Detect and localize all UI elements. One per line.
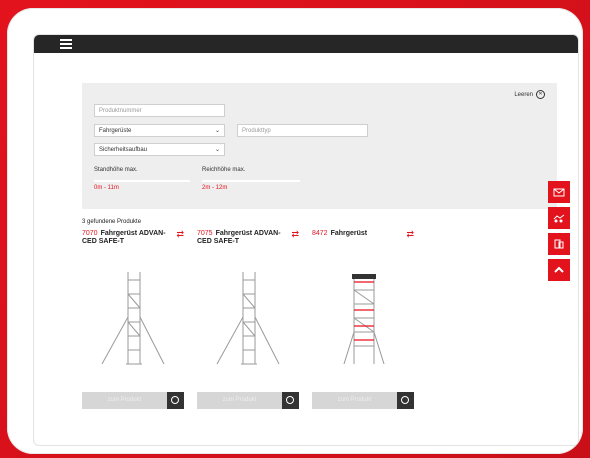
product-card: 7070 Fahrgerüst ADVAN-CED SAFE-T ⇄ zum Pr…: [82, 230, 194, 410]
chevron-down-icon: ⌄: [214, 147, 220, 153]
top-navigation-bar: [34, 35, 578, 53]
reach-height-label: Reichhöhe max.: [202, 167, 246, 173]
standing-height-slider[interactable]: [94, 180, 190, 182]
product-number: 7070: [82, 230, 98, 237]
chevron-down-icon: ⌄: [214, 128, 220, 134]
to-product-button[interactable]: zum Produkt: [82, 392, 184, 409]
arrow-circle-icon: [397, 392, 414, 409]
compare-icon[interactable]: ⇄: [291, 230, 299, 239]
product-title[interactable]: 7070 Fahrgerüst ADVAN-CED SAFE-T: [82, 230, 174, 246]
product-type-input[interactable]: Produkttyp: [237, 124, 368, 137]
product-number-input[interactable]: Produktnummer: [94, 104, 225, 117]
type-select-value: Sicherheitsaufbau: [99, 147, 148, 153]
product-title[interactable]: 7075 Fahrgerüst ADVAN-CED SAFE-T: [197, 230, 289, 246]
close-circle-icon: ✕: [536, 90, 545, 99]
scaffold-image: [216, 272, 280, 365]
handshake-icon[interactable]: [548, 207, 570, 229]
results-count: 3 gefundene Produkte: [82, 219, 142, 225]
to-product-label: zum Produkt: [337, 397, 372, 403]
to-product-label: zum Produkt: [222, 397, 257, 403]
product-name: Fahrgerüst: [330, 230, 368, 237]
catalog-icon[interactable]: [548, 233, 570, 255]
tablet-frame: Leeren ✕ Produktnummer Fahrgerüste ⌄ Pro…: [7, 8, 583, 454]
hamburger-icon[interactable]: [60, 39, 72, 49]
scroll-up-icon[interactable]: [548, 259, 570, 281]
category-select-value: Fahrgerüste: [99, 128, 132, 134]
to-product-button[interactable]: zum Produkt: [197, 392, 299, 409]
product-card: 7075 Fahrgerüst ADVAN-CED SAFE-T ⇄ zum Pr…: [197, 230, 309, 410]
standing-height-label: Standhöhe max.: [94, 167, 138, 173]
standing-height-range: 0m - 11m: [94, 185, 119, 191]
clear-filters-button[interactable]: Leeren ✕: [514, 90, 545, 99]
scaffold-image: [343, 274, 385, 365]
product-card: 8472 Fahrgerüst ⇄ zum Produkt: [312, 230, 424, 410]
product-title[interactable]: 8472 Fahrgerüst: [312, 230, 404, 238]
type-select[interactable]: Sicherheitsaufbau ⌄: [94, 143, 225, 156]
to-product-label: zum Produkt: [107, 397, 142, 403]
category-select[interactable]: Fahrgerüste ⌄: [94, 124, 225, 137]
contact-icon[interactable]: [548, 181, 570, 203]
product-number: 7075: [197, 230, 213, 237]
screen: Leeren ✕ Produktnummer Fahrgerüste ⌄ Pro…: [33, 34, 579, 446]
filter-panel: Leeren ✕ Produktnummer Fahrgerüste ⌄ Pro…: [82, 83, 557, 209]
arrow-circle-icon: [282, 392, 299, 409]
reach-height-slider[interactable]: [202, 180, 300, 182]
compare-icon[interactable]: ⇄: [406, 230, 414, 239]
product-number: 8472: [312, 230, 328, 237]
reach-height-range: 2m - 12m: [202, 185, 228, 191]
clear-filters-label: Leeren: [514, 91, 533, 98]
compare-icon[interactable]: ⇄: [176, 230, 184, 239]
scaffold-image: [101, 272, 165, 365]
to-product-button[interactable]: zum Produkt: [312, 392, 414, 409]
arrow-circle-icon: [167, 392, 184, 409]
